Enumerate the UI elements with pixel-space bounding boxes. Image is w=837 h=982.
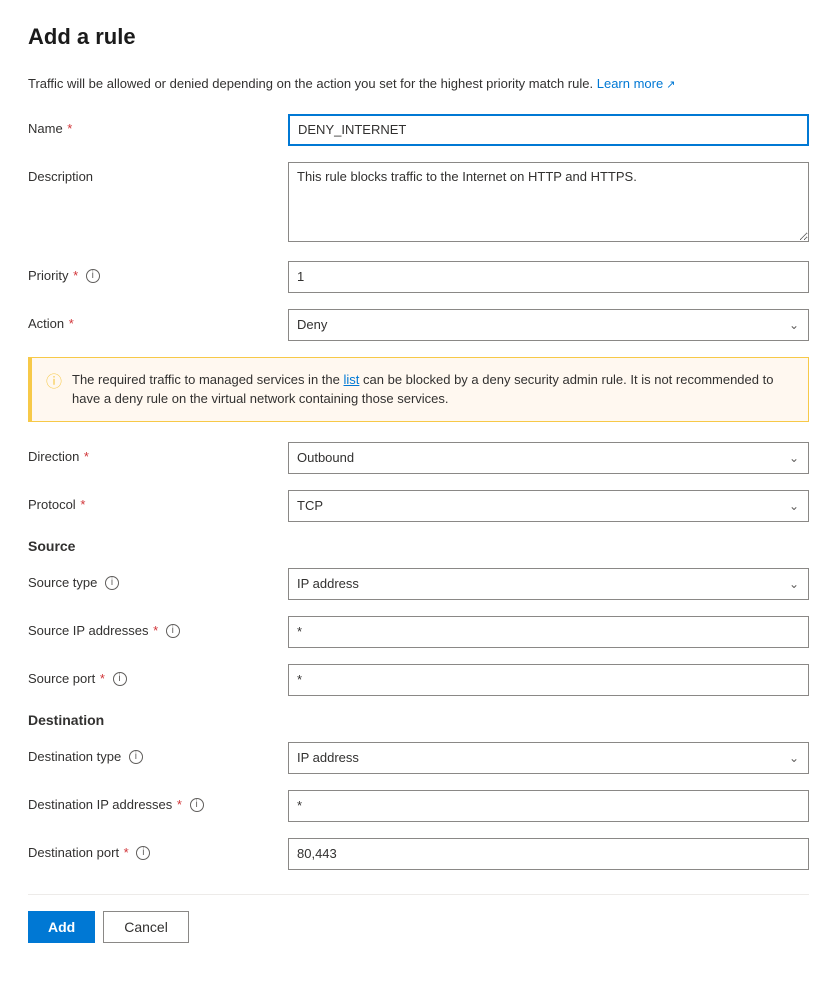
dest-ip-label: Destination IP addresses * i [28, 790, 288, 814]
protocol-select[interactable]: Any TCP UDP ICMP [288, 490, 809, 522]
action-select-wrapper: Allow Deny Always Allow ⌄ [288, 309, 809, 341]
name-required-marker: * [64, 121, 73, 136]
dest-type-select-wrapper: IP address Service tag ⌄ [288, 742, 809, 774]
source-ip-info-icon[interactable]: i [166, 624, 180, 638]
dest-port-row: Destination port * i [28, 838, 809, 870]
dest-ip-input[interactable] [288, 790, 809, 822]
source-port-info-icon[interactable]: i [113, 672, 127, 686]
direction-select[interactable]: Inbound Outbound [288, 442, 809, 474]
name-label: Name * [28, 114, 288, 138]
direction-select-wrapper: Inbound Outbound ⌄ [288, 442, 809, 474]
page-title: Add a rule [28, 24, 809, 50]
action-label: Action * [28, 309, 288, 333]
direction-control: Inbound Outbound ⌄ [288, 442, 809, 474]
protocol-label: Protocol * [28, 490, 288, 514]
dest-type-control: IP address Service tag ⌄ [288, 742, 809, 774]
add-button[interactable]: Add [28, 911, 95, 943]
protocol-row: Protocol * Any TCP UDP ICMP ⌄ [28, 490, 809, 522]
source-ip-label: Source IP addresses * i [28, 616, 288, 640]
protocol-select-wrapper: Any TCP UDP ICMP ⌄ [288, 490, 809, 522]
source-type-control: IP address Service tag ⌄ [288, 568, 809, 600]
source-type-label: Source type i [28, 568, 288, 592]
source-section-header: Source [28, 538, 809, 554]
source-type-row: Source type i IP address Service tag ⌄ [28, 568, 809, 600]
source-port-control [288, 664, 809, 696]
dest-type-info-icon[interactable]: i [129, 750, 143, 764]
dest-port-info-icon[interactable]: i [136, 846, 150, 860]
source-ip-control [288, 616, 809, 648]
name-row: Name * [28, 114, 809, 146]
dest-type-row: Destination type i IP address Service ta… [28, 742, 809, 774]
priority-info-icon[interactable]: i [86, 269, 100, 283]
cancel-button[interactable]: Cancel [103, 911, 189, 943]
dest-type-label: Destination type i [28, 742, 288, 766]
priority-label: Priority * i [28, 261, 288, 285]
priority-required-marker: * [69, 268, 78, 283]
action-control: Allow Deny Always Allow ⌄ [288, 309, 809, 341]
dest-ip-info-icon[interactable]: i [190, 798, 204, 812]
description-control: This rule blocks traffic to the Internet… [288, 162, 809, 245]
source-ip-required-marker: * [149, 623, 158, 638]
protocol-control: Any TCP UDP ICMP ⌄ [288, 490, 809, 522]
source-port-label: Source port * i [28, 664, 288, 688]
dest-ip-control [288, 790, 809, 822]
source-port-required-marker: * [96, 671, 105, 686]
description-textarea[interactable]: This rule blocks traffic to the Internet… [288, 162, 809, 242]
direction-required-marker: * [80, 449, 89, 464]
dest-ip-required-marker: * [173, 797, 182, 812]
action-required-marker: * [65, 316, 74, 331]
info-description: Traffic will be allowed or denied depend… [28, 74, 809, 94]
direction-row: Direction * Inbound Outbound ⌄ [28, 442, 809, 474]
dest-port-label: Destination port * i [28, 838, 288, 862]
warning-text: The required traffic to managed services… [72, 370, 794, 409]
dest-ip-row: Destination IP addresses * i [28, 790, 809, 822]
button-row: Add Cancel [28, 894, 809, 943]
dest-type-select[interactable]: IP address Service tag [288, 742, 809, 774]
source-type-select-wrapper: IP address Service tag ⌄ [288, 568, 809, 600]
dest-port-control [288, 838, 809, 870]
warning-icon: ⓘ [46, 371, 62, 395]
dest-port-required-marker: * [120, 845, 129, 860]
source-ip-row: Source IP addresses * i [28, 616, 809, 648]
description-row: Description This rule blocks traffic to … [28, 162, 809, 245]
source-type-select[interactable]: IP address Service tag [288, 568, 809, 600]
dest-port-input[interactable] [288, 838, 809, 870]
protocol-required-marker: * [77, 497, 86, 512]
name-input[interactable] [288, 114, 809, 146]
direction-label: Direction * [28, 442, 288, 466]
name-control [288, 114, 809, 146]
warning-list-link[interactable]: list [344, 372, 360, 387]
source-port-input[interactable] [288, 664, 809, 696]
external-link-icon: ↗ [666, 79, 675, 91]
source-type-info-icon[interactable]: i [105, 576, 119, 590]
learn-more-link[interactable]: Learn more↗ [597, 76, 676, 91]
source-ip-input[interactable] [288, 616, 809, 648]
warning-box: ⓘ The required traffic to managed servic… [28, 357, 809, 422]
priority-row: Priority * i [28, 261, 809, 293]
source-port-row: Source port * i [28, 664, 809, 696]
priority-control [288, 261, 809, 293]
action-select[interactable]: Allow Deny Always Allow [288, 309, 809, 341]
priority-input[interactable] [288, 261, 809, 293]
action-row: Action * Allow Deny Always Allow ⌄ [28, 309, 809, 341]
destination-section-header: Destination [28, 712, 809, 728]
description-label: Description [28, 162, 288, 186]
